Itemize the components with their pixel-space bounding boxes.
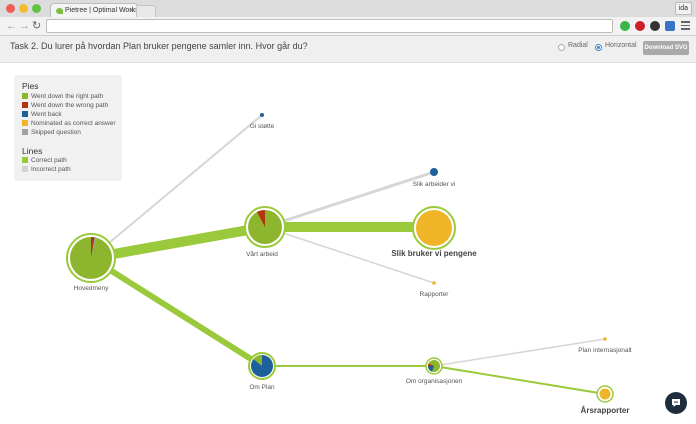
node-label-om-organisasjonen: Om organisasjonen: [406, 378, 463, 385]
legend-swatch: [22, 102, 28, 108]
node-plan-internasjonalt[interactable]: [603, 337, 607, 341]
node-arsrapporter[interactable]: [596, 385, 614, 403]
node-label-hovedmeny: Hovedmeny: [74, 285, 109, 292]
chat-bubble-icon: [672, 399, 680, 407]
legend-swatch: [22, 129, 28, 135]
legend-item-went-back: Went back: [22, 111, 62, 118]
node-slik-bruker-vi-pengene[interactable]: [412, 206, 456, 250]
legend-swatch: [22, 93, 28, 99]
chat-support-button[interactable]: [665, 392, 687, 414]
node-hovedmeny[interactable]: [66, 233, 116, 283]
legend-item-wrong-path: Went down the wrong path: [22, 102, 108, 109]
legend-label: Went back: [31, 111, 62, 118]
legend-item-skipped: Skipped question: [22, 129, 81, 136]
legend-item-nominated: Nominated as correct answer: [22, 120, 116, 127]
node-label-om-plan: Om Plan: [249, 384, 275, 391]
node-label-slik-bruker-vi-pengene: Slik bruker vi pengene: [391, 249, 477, 258]
legend-item-right-path: Went down the right path: [22, 93, 103, 100]
node-label-arsrapporter: Årsrapporter: [581, 406, 630, 415]
legend-item-incorrect-path: Incorrect path: [22, 166, 71, 173]
pietree-chart: Hovedmeny Gi støtte Vårt arbeid Slik arb…: [66, 113, 632, 415]
legend-swatch: [22, 166, 28, 172]
legend-label: Incorrect path: [31, 166, 71, 173]
node-gi-stotte[interactable]: [260, 113, 264, 117]
node-om-plan[interactable]: [248, 352, 276, 380]
path-line-correct: [90, 222, 266, 263]
node-slik-arbeider-vi[interactable]: [430, 168, 438, 176]
node-label-plan-internasjonalt: Plan internasjonalt: [578, 347, 632, 354]
legend-label: Correct path: [31, 157, 67, 164]
path-line-incorrect: [264, 170, 435, 229]
legend: Pies Went down the right path Went down …: [14, 75, 122, 181]
node-om-organisasjonen[interactable]: [425, 357, 443, 375]
legend-swatch: [22, 157, 28, 163]
legend-lines-heading: Lines: [22, 146, 43, 156]
legend-label: Skipped question: [31, 129, 81, 136]
legend-label: Nominated as correct answer: [31, 120, 116, 127]
node-label-gi-stotte: Gi støtte: [250, 123, 275, 130]
legend-swatch: [22, 120, 28, 126]
path-line-correct: [89, 255, 264, 369]
legend-pies-heading: Pies: [22, 81, 39, 91]
node-label-vart-arbeid: Vårt arbeid: [246, 250, 278, 258]
legend-swatch: [22, 111, 28, 117]
node-label-slik-arbeider-vi: Slik arbeider vi: [413, 181, 456, 188]
legend-label: Went down the wrong path: [31, 102, 109, 109]
legend-label: Went down the right path: [31, 93, 104, 100]
node-label-rapporter: Rapporter: [420, 291, 450, 298]
node-vart-arbeid[interactable]: [244, 206, 286, 248]
legend-item-correct-path: Correct path: [22, 157, 67, 164]
node-rapporter[interactable]: [432, 281, 436, 285]
